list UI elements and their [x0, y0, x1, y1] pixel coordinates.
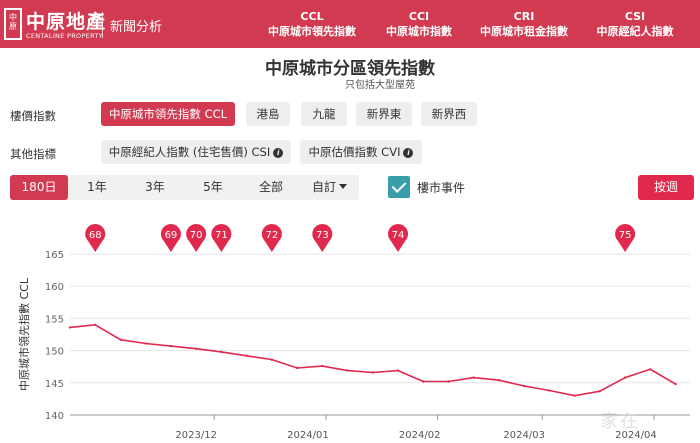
- data-point: [598, 389, 602, 393]
- data-point: [548, 389, 551, 392]
- data-point: [472, 376, 475, 379]
- price-index-label: 樓價指數: [10, 109, 56, 123]
- data-point: [573, 394, 576, 397]
- range-1y[interactable]: 1年: [68, 175, 126, 200]
- data-point: [371, 371, 374, 374]
- event-marker-label: 75: [619, 230, 632, 241]
- market-events-label[interactable]: 樓市事件: [417, 179, 465, 196]
- event-marker-label: 72: [265, 230, 278, 241]
- data-point: [295, 366, 299, 370]
- logo-subtitle: CENTALINE PROPERTY: [26, 32, 103, 40]
- data-point: [270, 358, 274, 361]
- data-point: [497, 379, 501, 382]
- page-subtitle: 只包括大型屋苑: [345, 80, 415, 91]
- event-marker-label: 69: [165, 230, 178, 241]
- nav-csi-code: CSI: [624, 10, 646, 23]
- range-custom-label: 自訂: [311, 180, 336, 194]
- range-custom[interactable]: 自訂: [300, 175, 359, 200]
- nav-csi[interactable]: CSI 中原經紀人指數: [580, 10, 690, 40]
- chevron-down-icon: [339, 184, 347, 189]
- event-marker-label: 74: [392, 230, 405, 241]
- nav-csi-name: 中原經紀人指數: [596, 25, 674, 38]
- chip-csi[interactable]: 中原經紀人指數 (住宅售價) CSI i: [101, 140, 291, 164]
- top-nav-bar: 中原 中原地產 CENTALINE PROPERTY 新聞分析 CCL 中原城市…: [0, 0, 700, 48]
- data-point: [346, 369, 349, 372]
- y-tick-label: 165: [45, 250, 64, 261]
- y-tick-label: 155: [45, 314, 64, 325]
- chip-csi-label: 中原經紀人指數 (住宅售價) CSI: [108, 145, 271, 159]
- range-all[interactable]: 全部: [242, 175, 300, 200]
- event-marker-label: 68: [89, 230, 102, 241]
- data-point: [522, 384, 526, 388]
- data-point: [68, 326, 72, 329]
- range-5y[interactable]: 5年: [184, 175, 242, 200]
- ccl-line-chart: 140 145 150 155 160 165 2023/12 2024/01 2024/02 2…: [17, 223, 690, 441]
- data-point: [422, 380, 425, 383]
- data-point: [396, 369, 400, 372]
- data-point: [245, 354, 248, 357]
- watermark: 家在: [600, 411, 640, 432]
- nav-ccl-code: CCL: [300, 10, 324, 23]
- nav-cri-name: 中原城市租金指數: [480, 25, 568, 38]
- range-180d[interactable]: 180日: [10, 175, 68, 200]
- chip-ccl[interactable]: 中原城市領先指數 CCL: [101, 102, 235, 126]
- nav-ccl[interactable]: CCL 中原城市領先指數: [257, 10, 367, 40]
- chip-cvi-label: 中原估價指數 CVI: [308, 145, 401, 159]
- y-tick-label: 140: [45, 411, 64, 422]
- logo-name[interactable]: 中原地產: [26, 7, 106, 34]
- event-marker-label: 70: [190, 230, 203, 241]
- x-tick-label: 2024/02: [399, 430, 441, 441]
- event-marker-label: 73: [316, 230, 329, 241]
- nav-ccl-name: 中原城市領先指數: [268, 25, 356, 38]
- info-icon[interactable]: i: [403, 148, 414, 158]
- news-analysis-link[interactable]: 新聞分析: [110, 16, 162, 35]
- logo-mark[interactable]: 中原: [4, 8, 22, 40]
- chip-cvi[interactable]: 中原估價指數 CVI i: [300, 140, 422, 164]
- nav-cri-code: CRI: [513, 10, 535, 23]
- data-point: [194, 347, 198, 350]
- y-tick-label: 150: [45, 347, 64, 358]
- chip-kowloon[interactable]: 九龍: [301, 102, 347, 126]
- data-point: [169, 344, 173, 348]
- data-point: [649, 368, 652, 371]
- header-divider: [102, 12, 103, 38]
- chip-nt-east[interactable]: 新界東: [356, 102, 412, 126]
- ccl-series-line: [69, 323, 677, 397]
- chip-nt-west[interactable]: 新界西: [421, 102, 477, 126]
- nav-cci-name: 中原城市指數: [386, 25, 452, 38]
- chip-hk-island[interactable]: 港島: [246, 102, 290, 126]
- data-point: [447, 380, 450, 383]
- y-tick-label: 160: [45, 282, 64, 293]
- data-point: [220, 350, 223, 354]
- data-point: [144, 342, 147, 345]
- event-marker-label: 71: [215, 230, 228, 241]
- x-tick-label: 2024/01: [287, 430, 329, 441]
- y-tick-label: 145: [45, 379, 64, 390]
- nav-cci[interactable]: CCI 中原城市指數: [364, 10, 474, 40]
- other-index-label: 其他指標: [10, 147, 56, 161]
- info-icon[interactable]: i: [273, 148, 284, 158]
- data-point: [674, 382, 677, 386]
- data-point: [623, 376, 627, 379]
- x-tick-label: 2024/03: [503, 430, 545, 441]
- weekly-button[interactable]: 按週: [638, 175, 694, 200]
- data-point: [321, 364, 324, 368]
- range-3y[interactable]: 3年: [126, 175, 184, 200]
- market-events-checkbox[interactable]: [388, 176, 410, 198]
- x-tick-label: 2023/12: [175, 430, 217, 441]
- nav-cci-code: CCI: [408, 10, 430, 23]
- data-point: [119, 338, 122, 341]
- nav-cri[interactable]: CRI 中原城市租金指數: [469, 10, 579, 40]
- y-axis-title: 中原城市領先指數 CCL: [17, 277, 31, 391]
- data-point: [94, 323, 97, 327]
- range-selector: 180日 1年 3年 5年 全部 自訂: [10, 175, 359, 200]
